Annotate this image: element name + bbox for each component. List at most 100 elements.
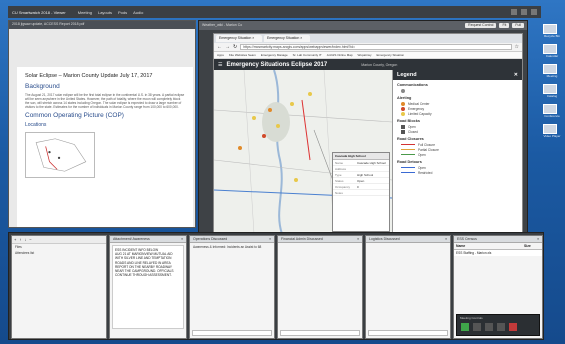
url-input[interactable]: https://mcsmartcity.maps.arcgis.com/apps…: [240, 44, 512, 50]
map-marker[interactable]: [238, 146, 242, 150]
bookmark-6[interactable]: Wupatinsy: [358, 53, 372, 57]
menu-icon[interactable]: ≡: [537, 237, 539, 241]
finance-pod: Financial Admin Discussed ≡: [277, 235, 363, 339]
map-marker[interactable]: [294, 178, 298, 182]
bookmark-1[interactable]: Apps: [217, 53, 224, 57]
desktop-icon-5[interactable]: [543, 104, 557, 114]
logistics-pod: Logistics Discussed ≡: [365, 235, 451, 339]
up-arrow-icon[interactable]: ↑: [19, 237, 21, 242]
browser-tabs: Emergency Situation × Emergency Situatio…: [214, 34, 522, 43]
mic-icon[interactable]: [511, 9, 517, 15]
menu-meeting[interactable]: Meeting: [78, 10, 92, 15]
menu-layouts[interactable]: Layouts: [98, 10, 112, 15]
map-marker[interactable]: [252, 116, 256, 120]
finance-pod-title: Financial Admin Discussed: [281, 237, 323, 241]
notes-line: AUG 21 AT MARIONVIEW MUTUAL AID WITH SIL…: [115, 252, 174, 278]
desktop-icon-3[interactable]: [543, 64, 557, 74]
add-icon[interactable]: +: [14, 237, 16, 242]
notes-pod: Attachment/ Awareness ≡ ESS INCIDENT INFO…: [109, 235, 187, 339]
legend-item-label: Open: [418, 165, 426, 170]
back-icon[interactable]: ←: [217, 44, 222, 50]
star-icon[interactable]: ☆: [515, 44, 519, 50]
map-marker[interactable]: [276, 124, 280, 128]
notes-textarea[interactable]: ESS INCIDENT INFO BELOW AUG 21 AT MARION…: [112, 245, 184, 329]
legend-item-label: Medical Center: [408, 101, 430, 106]
app-menu-icon[interactable]: ☰: [218, 62, 222, 68]
share-icon[interactable]: [461, 323, 469, 331]
radio-tower-icon: [401, 88, 405, 93]
menu-icon[interactable]: ≡: [357, 237, 359, 241]
down-arrow-icon[interactable]: ↓: [24, 237, 26, 242]
browser-tab-1[interactable]: Emergency Situation ×: [216, 35, 262, 42]
legend-section-title: Alerting: [397, 96, 412, 100]
line-swatch-icon: [401, 153, 415, 156]
ess-pod-title: ESS Census: [457, 237, 477, 241]
camera-icon[interactable]: [485, 323, 493, 331]
legend-item-label: Restricted: [418, 170, 433, 175]
desktop-icon-6[interactable]: [543, 124, 557, 134]
circle-swatch-icon: [401, 101, 405, 106]
menu-pods[interactable]: Pods: [118, 10, 127, 15]
browser-tab-2[interactable]: Emergency Situation ×: [264, 35, 310, 42]
logistics-chat-input[interactable]: [368, 330, 448, 336]
desktop-icons: Recycle Bin Calendar Meeting Catalog Con…: [543, 24, 561, 138]
line-swatch-icon: [401, 143, 415, 146]
fit-button[interactable]: Fit: [499, 23, 510, 28]
line-swatch-icon: [401, 166, 415, 169]
mic-icon[interactable]: [473, 323, 481, 331]
address-bar-row: ← → ↻ https://mcsmartcity.maps.arcgis.co…: [214, 43, 522, 52]
menu-icon[interactable]: ≡: [181, 237, 183, 241]
bookmark-7[interactable]: Emergency Situation: [376, 53, 404, 57]
legend-section-title: Communications: [397, 83, 428, 87]
operations-chat-input[interactable]: [192, 330, 272, 336]
desktop-icon-2[interactable]: [543, 44, 557, 54]
map-marker[interactable]: [308, 92, 312, 96]
background-paragraph: The August 21, 2017 solar eclipse will b…: [25, 93, 185, 109]
web-map[interactable]: Cascade High School Name Cascade High Sch…: [213, 69, 393, 235]
legend-item-label: Full Closure: [418, 142, 436, 147]
bookmark-5[interactable]: ArcGIS Online Map: [327, 53, 353, 57]
map-marker[interactable]: [290, 102, 294, 106]
legend-item-label: Emergency: [408, 106, 425, 111]
legend-header: Legend ✕: [393, 70, 522, 80]
forward-icon[interactable]: →: [225, 44, 230, 50]
request-control-button[interactable]: Request Control: [465, 23, 497, 28]
browser-window: Emergency Situation × Emergency Situatio…: [213, 33, 523, 235]
legend-item-label: Closed: [408, 129, 418, 134]
menu-audio[interactable]: Audio: [133, 10, 143, 15]
people-icon[interactable]: [531, 9, 537, 15]
camera-icon[interactable]: [521, 9, 527, 15]
table-row[interactable]: ESS Staffing - Marion.xls: [454, 250, 542, 256]
legend-item-label: Partial Closure: [418, 147, 439, 152]
bookmark-3[interactable]: Emergency Manage: [261, 53, 288, 57]
logistics-pod-title: Logistics Discussed: [369, 237, 400, 241]
feature-popup[interactable]: Cascade High School Name Cascade High Sch…: [332, 152, 390, 232]
square-swatch-icon: [401, 124, 405, 129]
end-call-icon[interactable]: [509, 323, 517, 331]
close-icon[interactable]: ✕: [514, 72, 518, 78]
operations-pod-title: Operations Discussed: [193, 237, 228, 241]
menu-icon[interactable]: ≡: [269, 237, 271, 241]
map-marker[interactable]: [268, 108, 272, 112]
app-header: ☰ Emergency Situations Eclipse 2017 Mari…: [214, 59, 522, 70]
legend-panel: Legend ✕ Communications Alerting Medical C…: [392, 70, 522, 234]
window-title: CU Smartwatch 2018 - Viewer: [12, 9, 66, 15]
finance-chat-input[interactable]: [280, 330, 360, 336]
reload-icon[interactable]: ↻: [233, 44, 237, 50]
tree-item-attendees[interactable]: Attendees list: [12, 250, 106, 256]
bookmark-2[interactable]: Kite Websites Seam: [229, 53, 256, 57]
legend-item-label: Limited Capacity: [408, 111, 432, 116]
fullscreen-button[interactable]: Full: [512, 23, 524, 28]
menu-icon[interactable]: ≡: [445, 237, 447, 241]
document-pod: 2018 jigsaw update, ACCESS Report 2018 p…: [8, 20, 196, 228]
main-menu: Meeting Layouts Pods Audio: [78, 10, 144, 15]
square-swatch-icon: [401, 129, 405, 134]
desktop-icon-4[interactable]: [543, 84, 557, 94]
chat-icon[interactable]: [497, 323, 505, 331]
remove-icon[interactable]: −: [29, 237, 31, 242]
map-marker[interactable]: [262, 134, 266, 138]
desktop-icon-1[interactable]: [543, 24, 557, 34]
bookmark-4[interactable]: Sr. Lab Community IT: [293, 53, 322, 57]
legend-title: Legend: [397, 72, 417, 78]
app-subtitle: Marion County, Oregon: [361, 62, 398, 67]
